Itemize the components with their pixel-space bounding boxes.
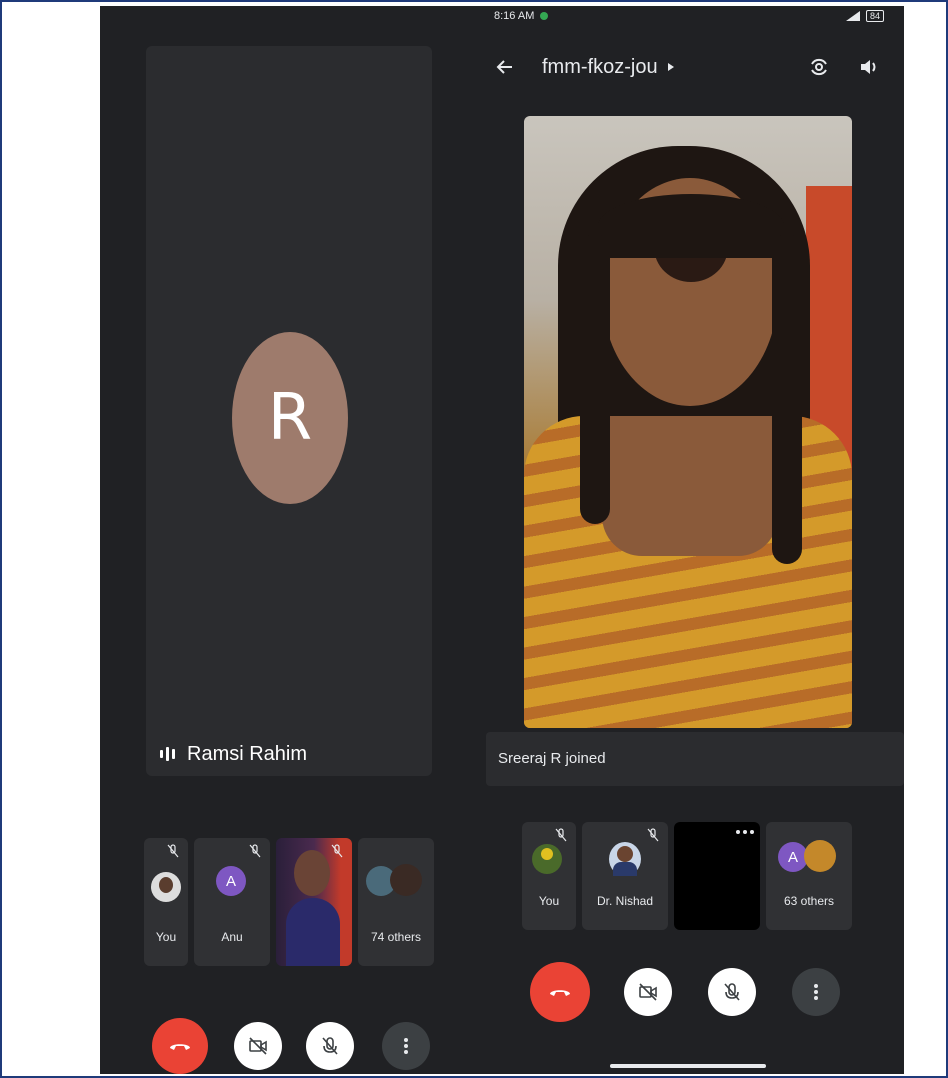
others-avatar (804, 840, 836, 872)
participant-label: Dr. Nishad (596, 894, 654, 908)
participant-tile-others[interactable]: 74 others (358, 838, 434, 966)
switch-camera-icon[interactable] (808, 56, 830, 78)
recording-indicator-icon (540, 12, 549, 20)
main-video-tile[interactable] (524, 116, 852, 728)
join-notification: Sreeraj R joined (486, 732, 904, 786)
more-vert-icon (814, 984, 818, 1000)
speaker-icon[interactable] (858, 56, 880, 78)
participant-label: 63 others (783, 894, 835, 908)
phone-hangup-icon (550, 990, 570, 996)
participant-label: 74 others (370, 930, 422, 944)
status-bar: 8:16 AM 84 (494, 8, 884, 24)
more-options-button[interactable] (382, 1022, 430, 1070)
mic-muted-icon (555, 828, 567, 842)
participant-tile-anu[interactable]: A Anu (194, 838, 270, 966)
mic-off-icon (322, 1037, 338, 1055)
others-avatar (390, 864, 422, 896)
phone-hangup-icon (170, 1044, 190, 1050)
status-time: 8:16 AM (494, 10, 535, 22)
battery-level: 84 (865, 10, 884, 22)
meeting-top-bar: fmm-fkoz-jou (496, 52, 880, 82)
participant-tile-black[interactable] (674, 822, 760, 930)
mic-muted-icon (167, 844, 179, 858)
back-arrow-icon[interactable] (496, 58, 514, 76)
mic-muted-icon (331, 844, 343, 858)
participant-avatar-initial: A (216, 866, 246, 896)
audio-level-icon (160, 747, 175, 761)
caret-right-icon[interactable] (666, 61, 676, 73)
participant-label: Anu (221, 930, 243, 944)
end-call-button[interactable] (152, 1018, 208, 1074)
mic-off-icon (724, 983, 740, 1001)
participant-strip: You A Anu 74 others (144, 838, 434, 966)
signal-icon (845, 11, 860, 21)
self-avatar (151, 872, 181, 902)
participant-label: You (538, 894, 560, 908)
participant-tile-you[interactable]: You (522, 822, 576, 930)
participant-strip: You Dr. Nishad A 63 others (522, 822, 852, 930)
participant-tile-you[interactable]: You (144, 838, 188, 966)
left-call-screen: R Ramsi Rahim You A Anu 74 others (100, 6, 472, 1074)
mic-toggle-button[interactable] (306, 1022, 354, 1070)
home-indicator[interactable] (610, 1064, 766, 1068)
camera-off-icon (249, 1037, 267, 1055)
participant-label: You (155, 930, 177, 944)
speaker-avatar: R (232, 332, 348, 504)
camera-toggle-button[interactable] (624, 968, 672, 1016)
participant-video-face (294, 850, 330, 896)
participant-tile-others[interactable]: A 63 others (766, 822, 852, 930)
more-horiz-icon[interactable] (736, 830, 754, 834)
camera-toggle-button[interactable] (234, 1022, 282, 1070)
mic-muted-icon (647, 828, 659, 842)
camera-off-icon (639, 983, 657, 1001)
participant-photo-avatar (609, 842, 641, 876)
self-avatar (532, 844, 562, 874)
more-options-button[interactable] (792, 968, 840, 1016)
end-call-button[interactable] (530, 962, 590, 1022)
mic-toggle-button[interactable] (708, 968, 756, 1016)
speaker-name-row: Ramsi Rahim (160, 740, 307, 768)
participant-tile-video[interactable] (276, 838, 352, 966)
meeting-code[interactable]: fmm-fkoz-jou (542, 56, 658, 79)
more-vert-icon (404, 1038, 408, 1054)
speaker-name: Ramsi Rahim (187, 742, 308, 765)
join-notification-text: Sreeraj R joined (498, 750, 606, 767)
participant-tile-dr-nishad[interactable]: Dr. Nishad (582, 822, 668, 930)
right-call-screen: 8:16 AM 84 fmm-fkoz-jou Sreeraj R joined… (472, 6, 904, 1074)
mic-muted-icon (249, 844, 261, 858)
